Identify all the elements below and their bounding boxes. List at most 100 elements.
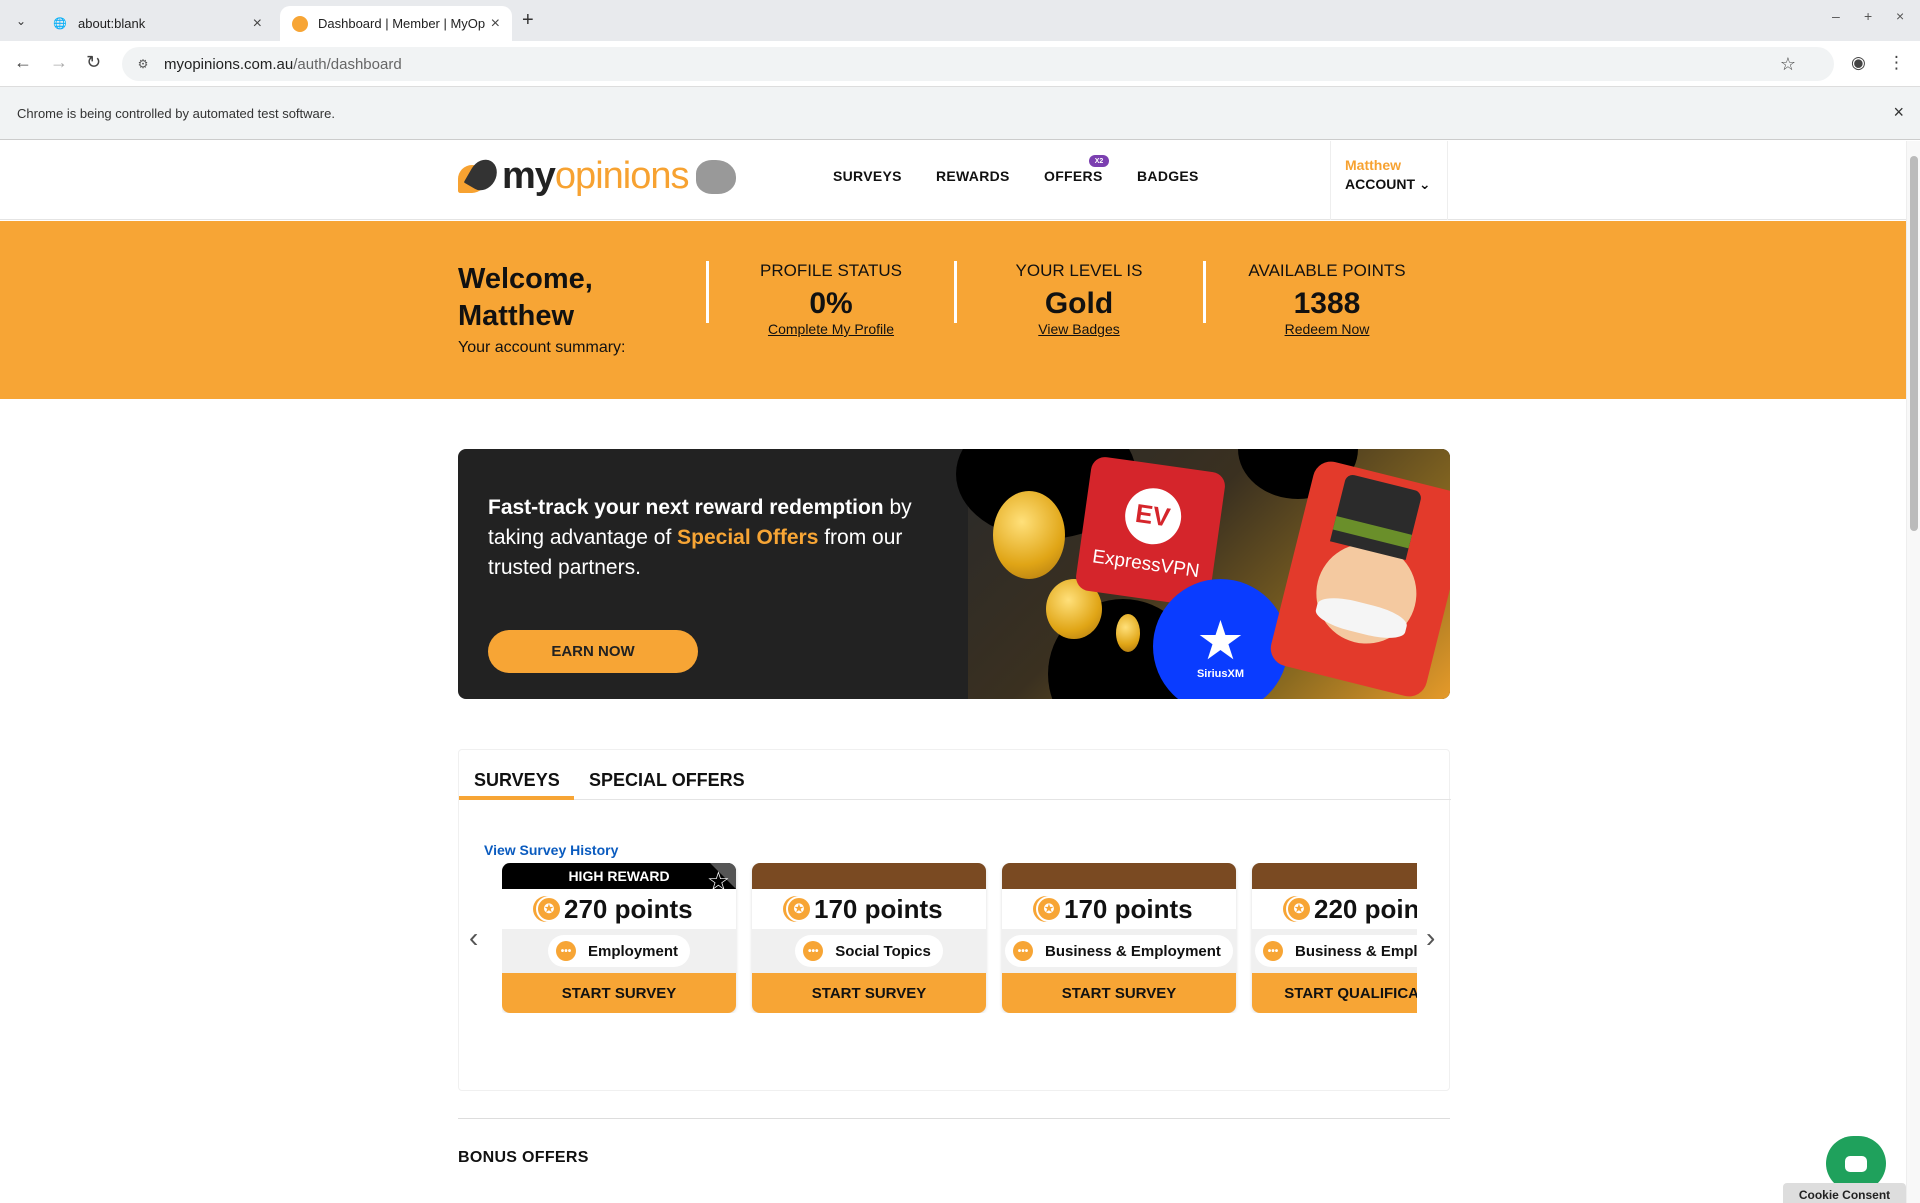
survey-category: ••• Social Topics	[752, 929, 986, 973]
special-offers-promo-banner[interactable]: Fast-track your next reward redemption b…	[458, 449, 1450, 699]
tab-search-chevron-icon[interactable]: ⌄	[10, 10, 32, 32]
category-chat-icon: •••	[555, 941, 576, 961]
account-summary-banner: Welcome, Matthew Your account summary: P…	[0, 221, 1906, 399]
promo-bold: Fast-track your next reward redemption	[488, 496, 884, 519]
survey-points-value: 270 points	[564, 893, 693, 924]
survey-points: ✪ 170 points	[1002, 889, 1236, 929]
survey-card[interactable]: ✪220 points ••• Business & Employment STA…	[1252, 863, 1417, 1013]
category-chat-icon: •••	[803, 941, 824, 961]
surveys-panel: SURVEYS SPECIAL OFFERS View Survey Histo…	[458, 749, 1451, 1091]
forward-arrow-icon[interactable]: →	[50, 52, 68, 73]
siriusxm-star-icon: ★	[1196, 610, 1245, 671]
card-header-bar	[1252, 863, 1417, 889]
expressvpn-name: ExpressVPN	[1091, 545, 1201, 582]
tab-surveys[interactable]: SURVEYS	[474, 770, 560, 791]
gold-coin-icon	[1116, 614, 1140, 652]
browser-tab-about-blank[interactable]: 🌐 about:blank ×	[40, 6, 274, 41]
profile-status-label: PROFILE STATUS	[759, 261, 902, 280]
page-scrollbar[interactable]	[1906, 141, 1920, 1203]
site-header: my opinions SURVEYS REWARDS OFFERS X2 BAD…	[0, 141, 1906, 220]
card-header-bar	[1002, 863, 1236, 889]
complete-profile-link[interactable]: Complete My Profile	[731, 321, 931, 337]
nav-offers[interactable]: OFFERS	[1044, 168, 1103, 184]
chevron-down-icon: ⌄	[1418, 176, 1431, 192]
survey-card[interactable]: ✪ 170 points ••• Social Topics START SURVE…	[752, 863, 986, 1013]
tab-title: about:blank	[78, 16, 146, 31]
redeem-now-link[interactable]: Redeem Now	[1227, 321, 1427, 337]
survey-points: ✪ 270 points	[502, 889, 736, 929]
category-chat-icon: •••	[1013, 941, 1034, 961]
promo-text: Fast-track your next reward redemption b…	[488, 493, 958, 583]
points-coin-icon: ✪	[786, 896, 812, 922]
survey-card[interactable]: ✪ 170 points ••• Business & Employment STA…	[1002, 863, 1236, 1013]
star-badge-icon: ☆	[706, 866, 730, 896]
globe-icon: 🌐	[53, 18, 67, 30]
nav-badges[interactable]: BADGES	[1137, 168, 1199, 184]
logo-text-opinions: opinions	[554, 155, 690, 197]
survey-card[interactable]: HIGH REWARD ☆ ✪ 270 points ••• Employment S…	[502, 863, 736, 1013]
tab-special-offers[interactable]: SPECIAL OFFERS	[589, 770, 745, 791]
survey-category: ••• Business & Employment	[1002, 929, 1236, 973]
survey-points: ✪220 points	[1252, 889, 1417, 929]
reload-icon[interactable]: ↻	[86, 52, 101, 73]
chrome-menu-icon[interactable]: ⋮	[1888, 53, 1905, 73]
bookmark-star-icon[interactable]: ☆	[1780, 47, 1796, 81]
carousel-next-icon[interactable]: ›	[1426, 922, 1435, 954]
expressvpn-ev-icon: EV	[1121, 484, 1185, 548]
promo-artwork: EV ExpressVPN ★ SiriusXM	[956, 449, 1450, 699]
card-header-bar	[752, 863, 986, 889]
cookie-consent-tab[interactable]: Cookie Consent	[1783, 1183, 1906, 1203]
category-chat-icon: •••	[1263, 941, 1284, 961]
survey-category-label: Business & Employment	[1295, 942, 1417, 960]
nav-rewards[interactable]: REWARDS	[936, 168, 1010, 184]
view-survey-history-link[interactable]: View Survey History	[484, 842, 618, 858]
promo-highlight: Special Offers	[677, 526, 819, 549]
survey-category: ••• Employment	[502, 929, 736, 973]
card-banner-label: HIGH REWARD	[568, 868, 670, 884]
myopinions-favicon-icon	[292, 15, 308, 32]
high-reward-banner: HIGH REWARD ☆	[502, 863, 736, 896]
tab-close-icon[interactable]: ×	[253, 15, 262, 33]
scrollbar-thumb[interactable]	[1910, 156, 1918, 531]
account-user-name: Matthew	[1345, 157, 1401, 173]
earn-now-button[interactable]: EARN NOW	[488, 630, 698, 673]
active-tab-indicator	[459, 796, 574, 800]
profile-icon[interactable]: ◉	[1851, 53, 1866, 73]
site-info-icon[interactable]: ⚙	[134, 55, 152, 73]
survey-category-label: Business & Employment	[1045, 942, 1221, 960]
new-tab-plus-icon[interactable]: +	[522, 9, 534, 32]
carousel-prev-icon[interactable]: ‹	[469, 922, 478, 954]
points-stat: AVAILABLE POINTS 1388 Redeem Now	[1227, 261, 1427, 337]
url-path: /auth/dashboard	[293, 55, 402, 73]
level-stat: YOUR LEVEL IS Gold View Badges	[979, 261, 1179, 337]
back-arrow-icon[interactable]: ←	[14, 52, 32, 73]
minimize-icon[interactable]: –	[1832, 8, 1840, 24]
infobar-close-icon[interactable]: ×	[1893, 102, 1904, 123]
points-coin-icon: ✪	[536, 896, 562, 922]
nav-surveys[interactable]: SURVEYS	[833, 168, 902, 184]
start-qualification-button[interactable]: START QUALIFICATION	[1252, 973, 1417, 1013]
points-label: AVAILABLE POINTS	[1248, 261, 1406, 280]
browser-toolbar: ← → ↻ ⚙ myopinions.com.au/auth/dashboard…	[0, 41, 1920, 87]
panel-tabs: SURVEYS SPECIAL OFFERS	[459, 750, 1451, 800]
survey-points-value: 170 points	[814, 893, 943, 924]
survey-points-value: 170 points	[1064, 893, 1193, 924]
view-badges-link[interactable]: View Badges	[979, 321, 1179, 337]
browser-tab-dashboard[interactable]: Dashboard | Member | MyOpinions ×	[280, 6, 512, 41]
start-survey-button[interactable]: START SURVEY	[752, 973, 986, 1013]
logo-mark-icon	[458, 154, 503, 197]
summary-divider	[1203, 261, 1206, 323]
window-close-icon[interactable]: ×	[1896, 8, 1904, 24]
survey-category-label: Social Topics	[835, 942, 931, 960]
address-bar[interactable]: ⚙ myopinions.com.au/auth/dashboard ☆	[122, 47, 1834, 81]
start-survey-button[interactable]: START SURVEY	[1002, 973, 1236, 1013]
chat-bubble-icon	[1845, 1155, 1867, 1172]
survey-points: ✪ 170 points	[752, 889, 986, 929]
maximize-icon[interactable]: +	[1864, 8, 1872, 24]
section-divider	[458, 1118, 1450, 1119]
account-label: ACCOUNT	[1345, 176, 1415, 192]
tab-close-icon[interactable]: ×	[491, 15, 500, 33]
myopinions-logo[interactable]: my opinions	[458, 154, 737, 198]
account-menu[interactable]: Matthew ACCOUNT ⌄	[1330, 141, 1448, 220]
start-survey-button[interactable]: START SURVEY	[502, 973, 736, 1013]
